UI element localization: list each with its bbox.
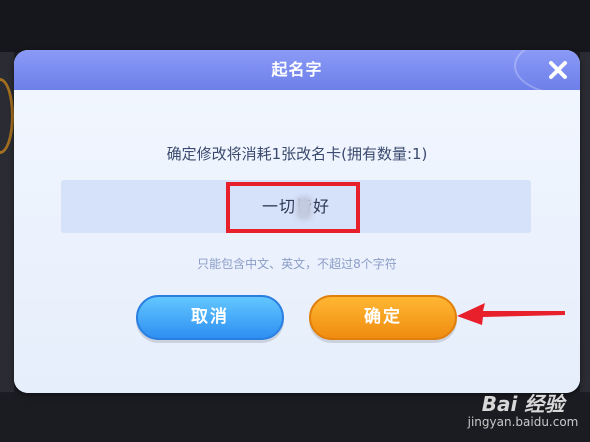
input-hint: 只能包含中文、英文，不超过8个字符 <box>197 257 397 271</box>
watermark-logo: Bai 经验 <box>481 392 565 416</box>
watermark: Bai 经验 jingyan.baidu.com <box>460 388 586 438</box>
close-icon <box>549 61 567 79</box>
highlight-box <box>226 182 360 233</box>
confirm-message: 确定修改将消耗1张改名卡(拥有数量:1) <box>166 145 428 163</box>
close-button[interactable] <box>542 54 574 86</box>
red-arrow-icon <box>457 303 565 325</box>
dialog-title-bar: 起名字 <box>14 50 580 96</box>
confirm-button[interactable]: 确定 <box>309 295 457 340</box>
cancel-button[interactable]: 取消 <box>136 295 284 340</box>
dialog-body <box>14 90 580 393</box>
background-right-panel <box>580 52 590 392</box>
watermark-url: jingyan.baidu.com <box>467 415 579 429</box>
dialog-title: 起名字 <box>271 60 323 79</box>
rename-dialog: 起名字 确定修改将消耗1张改名卡(拥有数量:1) 一切皆好 只能包含中文、英文，… <box>14 50 580 393</box>
background-top-bar <box>0 0 590 52</box>
